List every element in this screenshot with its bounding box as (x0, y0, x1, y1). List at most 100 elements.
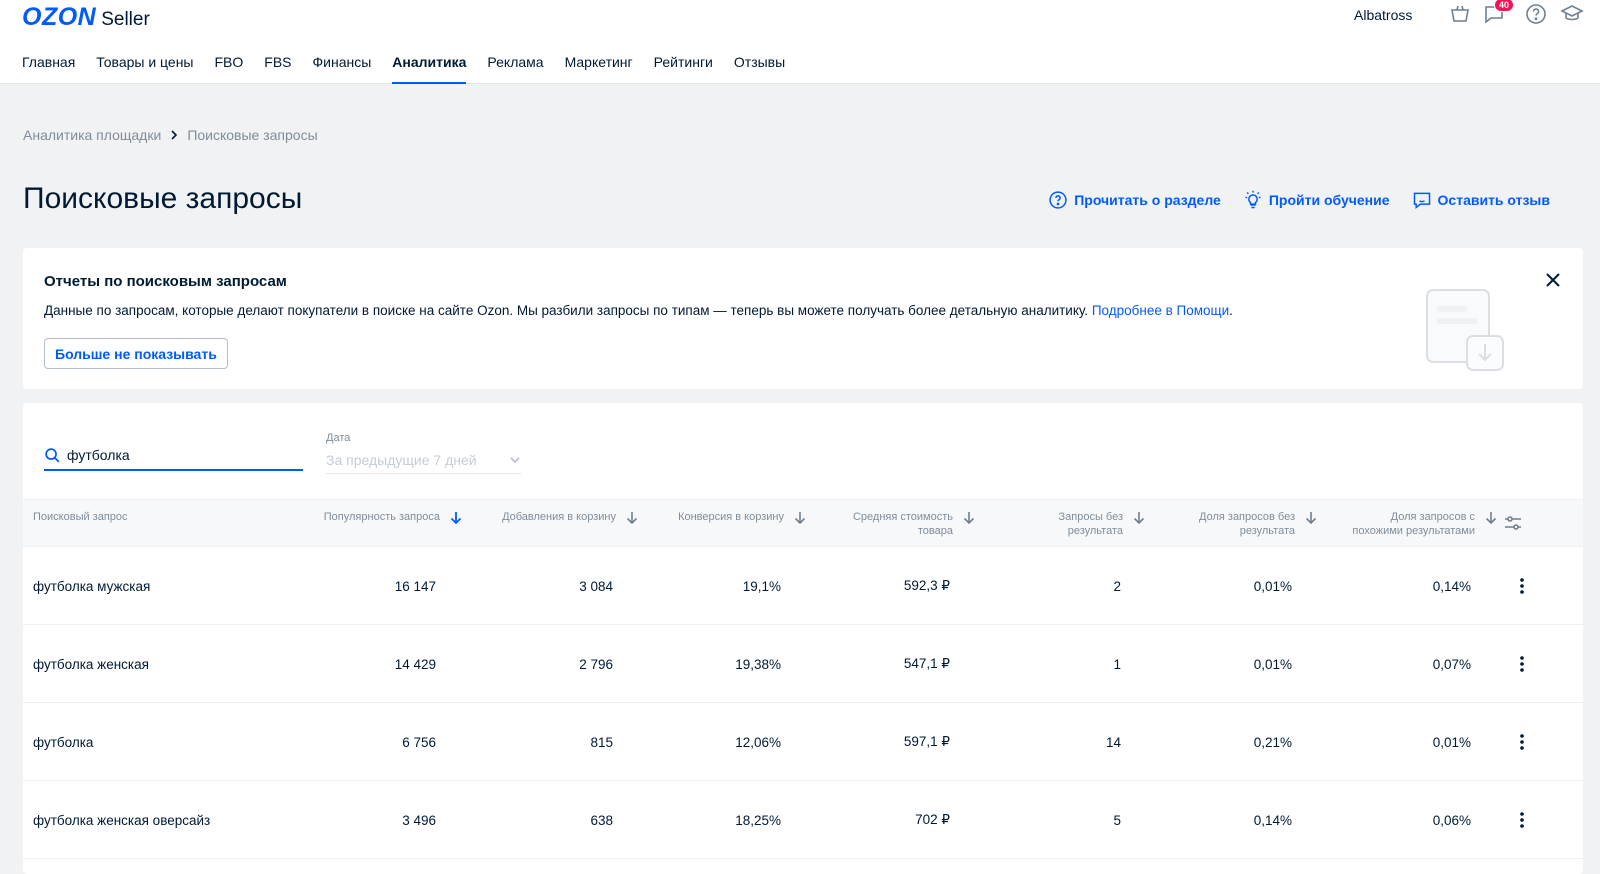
nav-item-fbs[interactable]: FBS (264, 54, 291, 84)
info-banner-text: Данные по запросам, которые делают покуп… (44, 303, 1233, 318)
date-select[interactable]: За предыдущие 7 дней (326, 446, 521, 474)
column-header-avg-price[interactable]: Средняя стоимость товара (853, 510, 975, 538)
question-circle-icon (1049, 191, 1067, 209)
nav-item-finance[interactable]: Финансы (313, 54, 372, 84)
feedback-icon (1413, 192, 1430, 210)
nav-item-reviews[interactable]: Отзывы (734, 54, 785, 84)
cell-avg-price: 547,1 ₽ (903, 656, 950, 671)
table-header: Поисковый запрос Популярность запроса До… (23, 499, 1583, 547)
info-banner: Отчеты по поисковым запросам Данные по з… (23, 248, 1583, 389)
nav-item-fbo[interactable]: FBO (215, 54, 244, 84)
table-row[interactable]: футболка мужская 16 147 3 084 19,1% 592,… (23, 547, 1583, 625)
cell-avg-price: 597,1 ₽ (903, 734, 950, 749)
cell-query: футболка женская (33, 656, 149, 672)
sort-arrow-icon (626, 512, 638, 525)
leave-feedback-link[interactable]: Оставить отзыв (1412, 190, 1550, 210)
cell-query: футболка мужская (33, 578, 151, 594)
more-vertical-icon[interactable] (1514, 577, 1530, 595)
column-header-similar-share[interactable]: Доля запросов с похожими результатами (1352, 510, 1497, 538)
more-vertical-icon[interactable] (1514, 811, 1530, 829)
cell-cart-adds: 815 (590, 734, 613, 750)
table-row[interactable]: футболка женская 14 429 2 796 19,38% 547… (23, 625, 1583, 703)
cell-popularity: 16 147 (394, 578, 436, 594)
cell-no-result-share: 0,14% (1253, 812, 1292, 828)
cell-no-result-share: 0,21% (1253, 734, 1292, 750)
read-about-section-link[interactable]: Прочитать о разделе (1048, 190, 1221, 210)
info-banner-text-end: . (1229, 303, 1233, 318)
cell-similar-share: 0,06% (1432, 812, 1471, 828)
education-icon[interactable] (1560, 2, 1584, 26)
column-header-conversion[interactable]: Конверсия в корзину (678, 510, 806, 525)
cell-no-result: 14 (1105, 734, 1121, 750)
nav-item-products[interactable]: Товары и цены (96, 54, 193, 84)
chat-icon[interactable]: 40 (1482, 0, 1515, 26)
cell-cart-adds: 638 (590, 812, 613, 828)
nav-item-marketing[interactable]: Маркетинг (565, 54, 633, 84)
cell-popularity: 14 429 (394, 656, 436, 672)
ozon-seller-logo[interactable]: OZON Seller (22, 3, 150, 32)
logo-product: Seller (101, 9, 150, 30)
column-header-no-result[interactable]: Запросы без результата (1058, 510, 1145, 538)
dont-show-again-button[interactable]: Больше не показывать (44, 338, 228, 369)
cell-query: футболка женская оверсайз (33, 812, 211, 828)
training-label: Пройти обучение (1268, 192, 1390, 208)
cell-no-result: 2 (1113, 578, 1121, 594)
column-header-cart-adds[interactable]: Добавления в корзину (502, 510, 638, 525)
logo-brand: OZON (22, 3, 97, 31)
leave-feedback-label: Оставить отзыв (1437, 192, 1550, 208)
help-link[interactable]: Подробнее в Помощи (1092, 303, 1229, 318)
table-row[interactable]: футболка женская оверсайз 3 496 638 18,2… (23, 781, 1583, 859)
date-select-value: За предыдущие 7 дней (326, 451, 477, 468)
sort-arrow-active-icon (450, 512, 462, 525)
cell-no-result-share: 0,01% (1253, 578, 1292, 594)
cell-conversion: 12,06% (735, 734, 781, 750)
cell-avg-price: 702 ₽ (915, 812, 950, 827)
search-queries-table-card: Дата За предыдущие 7 дней Поисковый запр… (23, 403, 1583, 874)
cell-no-result: 1 (1113, 656, 1121, 672)
nav-item-analytics[interactable]: Аналитика (392, 54, 467, 84)
cell-cart-adds: 2 796 (579, 656, 613, 672)
cell-conversion: 18,25% (735, 812, 781, 828)
sort-arrow-icon (1305, 512, 1317, 525)
more-vertical-icon[interactable] (1514, 733, 1530, 751)
search-input[interactable] (67, 447, 287, 463)
cell-popularity: 3 496 (402, 812, 436, 828)
help-icon[interactable] (1524, 2, 1548, 26)
cell-conversion: 19,38% (735, 656, 781, 672)
cell-similar-share: 0,14% (1432, 578, 1471, 594)
column-header-no-result-share[interactable]: Доля запросов без результата (1199, 510, 1317, 538)
info-banner-description: Данные по запросам, которые делают покуп… (44, 303, 1089, 318)
read-about-section-label: Прочитать о разделе (1074, 192, 1221, 208)
page-title: Поисковые запросы (23, 182, 303, 215)
report-illustration-icon (1426, 289, 1504, 371)
cell-no-result: 5 (1113, 812, 1121, 828)
column-header-popularity[interactable]: Популярность запроса (324, 510, 462, 525)
account-name[interactable]: Albatross (1354, 7, 1412, 23)
training-link[interactable]: Пройти обучение (1243, 190, 1390, 210)
lightbulb-icon (1245, 190, 1261, 209)
chevron-right-icon (170, 127, 178, 143)
top-header: OZON Seller Albatross 40 Главная Товары … (0, 0, 1600, 84)
breadcrumb-current: Поисковые запросы (187, 127, 318, 143)
messages-badge: 40 (1494, 0, 1515, 12)
cell-conversion: 19,1% (742, 578, 781, 594)
cell-similar-share: 0,01% (1432, 734, 1471, 750)
date-label: Дата (326, 432, 351, 444)
nav-item-ratings[interactable]: Рейтинги (654, 54, 713, 84)
cell-avg-price: 592,3 ₽ (903, 578, 950, 593)
sort-arrow-icon (794, 512, 806, 525)
more-vertical-icon[interactable] (1514, 655, 1530, 673)
search-field[interactable] (44, 441, 303, 471)
cell-query: футболка (33, 734, 94, 750)
close-icon[interactable] (1543, 270, 1563, 290)
nav-item-home[interactable]: Главная (22, 54, 75, 84)
column-header-query: Поисковый запрос (33, 511, 128, 523)
main-nav: Главная Товары и цены FBO FBS Финансы Ан… (22, 54, 806, 84)
nav-item-ads[interactable]: Реклама (487, 54, 543, 84)
breadcrumb: Аналитика площадки Поисковые запросы (23, 127, 318, 143)
table-row[interactable]: футболка 6 756 815 12,06% 597,1 ₽ 14 0,2… (23, 703, 1583, 781)
basket-icon[interactable] (1448, 2, 1472, 26)
breadcrumb-parent[interactable]: Аналитика площадки (23, 127, 161, 143)
table-settings-icon[interactable] (1503, 514, 1523, 532)
sort-arrow-icon (963, 512, 975, 525)
